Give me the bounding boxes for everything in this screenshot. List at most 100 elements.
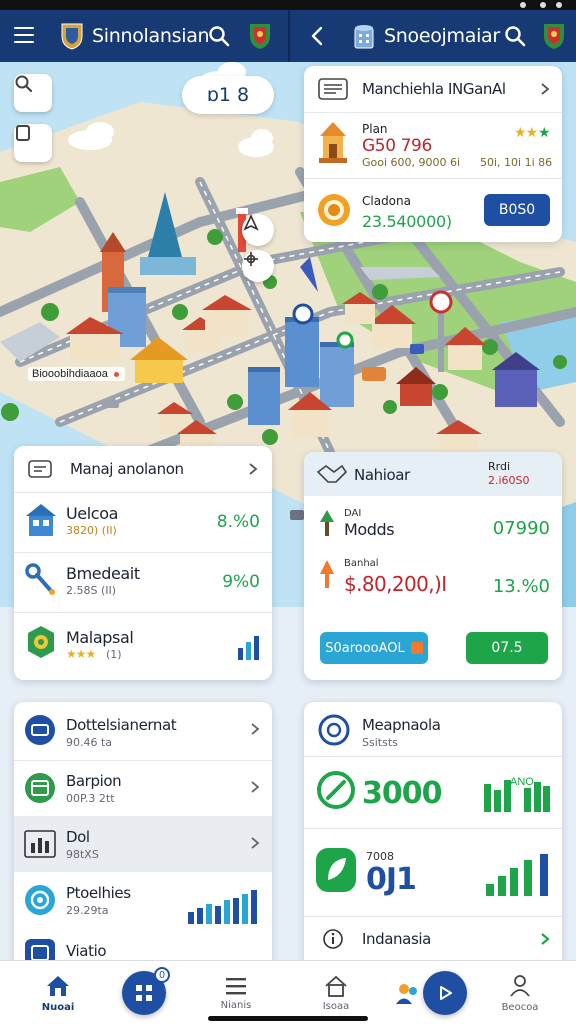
summary-action-button[interactable]: B0S0 (484, 194, 550, 226)
tree-pin-icon (320, 510, 334, 536)
edit-note-icon (28, 460, 52, 478)
nav-house[interactable]: Isoaa (288, 961, 384, 1024)
manage-row-value: 8.%0 (216, 512, 260, 532)
list-row-name: Ptoelhies (66, 884, 131, 902)
summary-item1-sub: Gooi 600, 9000 6i (362, 156, 461, 169)
metrics-footer-row[interactable]: Indanasia (304, 916, 562, 964)
chevron-right-icon[interactable] (248, 462, 258, 476)
metrics-card-header[interactable]: Meapnaola Ssitsts (304, 702, 562, 756)
nav-fab-primary[interactable]: 0 (96, 961, 192, 1024)
square-icon (16, 125, 30, 141)
metric-row[interactable]: 7008 0J1 (304, 828, 562, 908)
nahioar-row1-name: Modds (344, 520, 395, 539)
top-app-bar: Sinnolansian Snoeojmaiar (0, 10, 576, 62)
search-icon[interactable] (208, 25, 230, 47)
metric-row[interactable]: 3000 ANO (304, 756, 562, 828)
manage-row-sub: 2.58S (II) (66, 584, 117, 597)
grid-fab-button[interactable]: 0 (122, 967, 170, 1015)
notification-badge: 0 (154, 967, 170, 983)
list-item[interactable]: Dottelsianernat 90.46 ta (14, 702, 272, 760)
nahioar-card-header[interactable]: Nahioar Rrdi 2.i60S0 (304, 452, 562, 496)
list-card: Dottelsianernat 90.46 ta Barpion 00P.3 2… (14, 702, 272, 964)
map-place-label[interactable]: Biooobihdiaaoa (28, 367, 125, 381)
manage-card-header[interactable]: Manaj anolanon (14, 446, 272, 492)
map-compass-button[interactable] (242, 214, 274, 246)
summary-card-header[interactable]: Manchiehla INGanAl (304, 66, 562, 112)
home-icon (47, 975, 69, 996)
profile-icon (510, 974, 530, 997)
nav-menu[interactable]: Nianis (188, 961, 284, 1024)
region-flag-icon[interactable] (248, 22, 272, 50)
metric2-value: 0J1 (366, 862, 417, 897)
metrics-footer-label: Indanasia (362, 930, 431, 948)
app-logo-icon (61, 23, 83, 50)
list-item[interactable]: Barpion 00P.3 2tt (14, 760, 272, 816)
menu-list-icon (226, 977, 246, 994)
people-icon (396, 984, 417, 1004)
cart-icon (25, 715, 55, 745)
map-layers-button[interactable] (14, 124, 52, 162)
wrench-icon (25, 563, 55, 595)
summary-card: Manchiehla INGanAl Plan G50 796 Gooi 600… (304, 66, 562, 242)
nahioar-left-button[interactable]: S0aroooAOL (320, 632, 428, 664)
nahioar-header-right-top: Rrdi (488, 460, 511, 473)
list-row-name: Barpion (66, 772, 122, 790)
list-row-sub: 98tXS (66, 848, 99, 861)
right-app-title: Snoeojmaiar (384, 25, 500, 47)
list-item[interactable]: Ptoelhies 29.29ta (14, 872, 272, 928)
menu-icon[interactable] (14, 27, 34, 43)
list-item[interactable]: Viatio (14, 928, 272, 964)
back-icon[interactable] (310, 26, 324, 46)
nav-profile-label: Beocoa (501, 1001, 539, 1013)
nav-fab-secondary[interactable] (376, 961, 486, 1024)
summary-card-title: Manchiehla INGanAl (362, 80, 506, 98)
summary-item2-value: 23.540000) (362, 212, 452, 231)
metrics-card-title: Meapnaola (362, 716, 441, 734)
nahioar-right-button[interactable]: 07.5 (466, 632, 548, 664)
bottom-navigation: Nuoai 0 Nianis Isoaa Beocoa (0, 960, 576, 1024)
list-row-sub: 29.29ta (66, 904, 109, 917)
left-app-title: Sinnolansian (92, 25, 210, 47)
nahioar-row1-value: 07990 (492, 518, 550, 539)
place-label-text: Biooobihdiaaoa (32, 368, 108, 380)
list-row-name: Dol (66, 828, 90, 846)
nav-home[interactable]: Nuoai (10, 961, 106, 1024)
metric1-bar-chart (484, 780, 550, 812)
list-item[interactable]: Bmedeait 2.58S (II) 9%0 (14, 552, 272, 612)
list-item[interactable]: Uelcoa 3820) (II) 8.%0 (14, 492, 272, 552)
nahioar-row2-top: Banhal (344, 558, 379, 569)
list-row-sub: 00P.3 2tt (66, 792, 115, 805)
status-bar (0, 0, 576, 10)
manage-card-title: Manaj anolanon (70, 460, 184, 478)
search-icon[interactable] (504, 25, 526, 47)
gauge-icon (317, 771, 355, 809)
list-item-selected[interactable]: Dol 98tXS (14, 816, 272, 872)
region-flag-icon[interactable] (542, 22, 566, 50)
chevron-right-icon[interactable] (540, 82, 550, 96)
zoom-level-text: ɒ1 8 (206, 84, 250, 106)
map-location-button[interactable] (242, 250, 274, 282)
map-search-button[interactable] (14, 74, 52, 112)
chevron-right-icon (251, 837, 260, 849)
chevron-right-icon (251, 781, 260, 793)
home-indicator (208, 1016, 368, 1021)
zoom-level-chip[interactable]: ɒ1 8 (182, 76, 274, 114)
temple-icon (319, 122, 347, 163)
metric2-bar-chart (486, 854, 548, 896)
manage-row-name: Malapsal (66, 628, 134, 647)
nahioar-row2-value: $.80,200,)I (344, 572, 447, 596)
chevron-right-icon (541, 933, 550, 945)
metric1-value: 3000 (362, 776, 442, 811)
building-logo-icon (354, 25, 374, 49)
manage-card: Manaj anolanon Uelcoa 3820) (II) 8.%0 Bm… (14, 446, 272, 680)
list-item[interactable]: Malapsal ★★★ (1) (14, 612, 272, 680)
gear-icon (25, 885, 55, 915)
grid-icon (136, 985, 152, 1001)
orange-tag-icon (410, 642, 423, 654)
nav-profile[interactable]: Beocoa (472, 961, 568, 1024)
play-fab-button[interactable] (423, 971, 467, 1015)
crosshair-icon (244, 252, 258, 266)
account-icon (318, 714, 350, 746)
summary-item1-name: Plan (362, 122, 388, 136)
nahioar-left-button-label: S0aroooAOL (325, 640, 405, 656)
